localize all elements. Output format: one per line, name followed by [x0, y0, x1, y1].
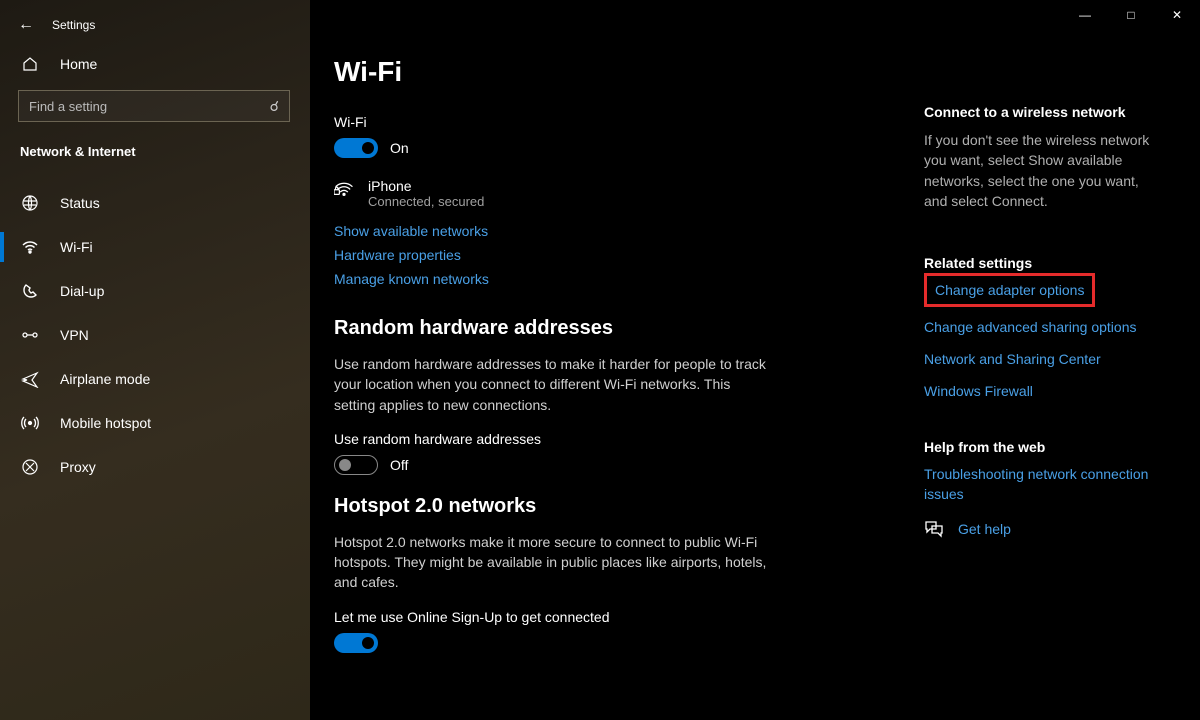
sidebar-item-label: Dial-up [60, 283, 104, 299]
connect-help-body: If you don't see the wireless network yo… [924, 130, 1160, 211]
hardware-properties-link[interactable]: Hardware properties [334, 247, 904, 263]
titlebar: ← Settings [18, 10, 292, 34]
sidebar-item-wifi[interactable]: Wi-Fi [0, 225, 292, 269]
troubleshooting-link[interactable]: Troubleshooting network connection issue… [924, 465, 1160, 504]
wifi-toggle-row: On [334, 138, 904, 158]
sidebar-item-status[interactable]: Status [0, 181, 292, 225]
connect-help-title: Connect to a wireless network [924, 104, 1160, 120]
hotspot-toggle-label: Let me use Online Sign-Up to get connect… [334, 609, 904, 625]
airplane-icon [20, 370, 40, 388]
maximize-button[interactable]: □ [1108, 0, 1154, 30]
chat-icon [924, 520, 944, 538]
status-icon [20, 194, 40, 212]
search-icon: ☌ [270, 98, 279, 115]
show-networks-link[interactable]: Show available networks [334, 223, 904, 239]
sidebar-item-label: Proxy [60, 459, 96, 475]
sidebar-item-label: VPN [60, 327, 89, 343]
search-input[interactable] [29, 99, 270, 114]
related-settings-title: Related settings [924, 255, 1160, 271]
network-sharing-center-link[interactable]: Network and Sharing Center [924, 351, 1160, 367]
sidebar-item-airplane[interactable]: Airplane mode [0, 357, 292, 401]
minimize-button[interactable]: ― [1062, 0, 1108, 30]
wifi-section-label: Wi-Fi [334, 114, 904, 130]
connection-row[interactable]: iPhone Connected, secured [334, 178, 904, 209]
connection-status: Connected, secured [368, 194, 484, 209]
search-box[interactable]: ☌ [18, 90, 290, 122]
app-title: Settings [52, 18, 95, 32]
hotspot-heading: Hotspot 2.0 networks [334, 495, 904, 518]
random-hw-toggle[interactable] [334, 455, 378, 475]
get-help-row[interactable]: Get help [924, 520, 1160, 538]
category-title: Network & Internet [20, 144, 292, 159]
hotspot-body: Hotspot 2.0 networks make it more secure… [334, 532, 774, 593]
main-area: ― □ ✕ Wi-Fi Wi-Fi On iPhone Connected, s… [310, 0, 1200, 720]
sidebar-item-dialup[interactable]: Dial-up [0, 269, 292, 313]
sidebar: ← Settings Home ☌ Network & Internet Sta… [0, 0, 310, 720]
help-web-title: Help from the web [924, 439, 1160, 455]
window-controls: ― □ ✕ [1062, 0, 1200, 30]
right-column: Connect to a wireless network If you don… [904, 16, 1200, 720]
highlight-annotation: Change adapter options [924, 273, 1095, 307]
get-help-link[interactable]: Get help [958, 521, 1011, 537]
sidebar-item-label: Airplane mode [60, 371, 150, 387]
home-button[interactable]: Home [20, 56, 292, 72]
sidebar-item-label: Mobile hotspot [60, 415, 151, 431]
wifi-icon [20, 238, 40, 256]
hotspot-icon [20, 414, 40, 432]
proxy-icon [20, 458, 40, 476]
connection-name: iPhone [368, 178, 484, 194]
home-label: Home [60, 56, 97, 72]
windows-firewall-link[interactable]: Windows Firewall [924, 383, 1160, 399]
random-hw-toggle-text: Off [390, 457, 408, 473]
hotspot-toggle[interactable] [334, 633, 378, 653]
back-button[interactable]: ← [18, 16, 34, 34]
dialup-icon [20, 282, 40, 300]
close-button[interactable]: ✕ [1154, 0, 1200, 30]
wifi-secured-icon [334, 178, 354, 200]
change-sharing-options-link[interactable]: Change advanced sharing options [924, 319, 1160, 335]
wifi-toggle[interactable] [334, 138, 378, 158]
random-hw-body: Use random hardware addresses to make it… [334, 354, 774, 415]
manage-known-networks-link[interactable]: Manage known networks [334, 271, 904, 287]
random-hw-toggle-label: Use random hardware addresses [334, 431, 904, 447]
page-title: Wi-Fi [334, 56, 904, 88]
sidebar-item-label: Wi-Fi [60, 239, 93, 255]
sidebar-item-hotspot[interactable]: Mobile hotspot [0, 401, 292, 445]
sidebar-item-vpn[interactable]: VPN [0, 313, 292, 357]
change-adapter-options-link[interactable]: Change adapter options [935, 282, 1084, 298]
home-icon [20, 56, 40, 72]
random-hw-heading: Random hardware addresses [334, 317, 904, 340]
vpn-icon [20, 328, 40, 342]
wifi-toggle-text: On [390, 140, 409, 156]
content-column: Wi-Fi Wi-Fi On iPhone Connected, secured… [334, 16, 904, 720]
sidebar-item-label: Status [60, 195, 100, 211]
sidebar-item-proxy[interactable]: Proxy [0, 445, 292, 489]
